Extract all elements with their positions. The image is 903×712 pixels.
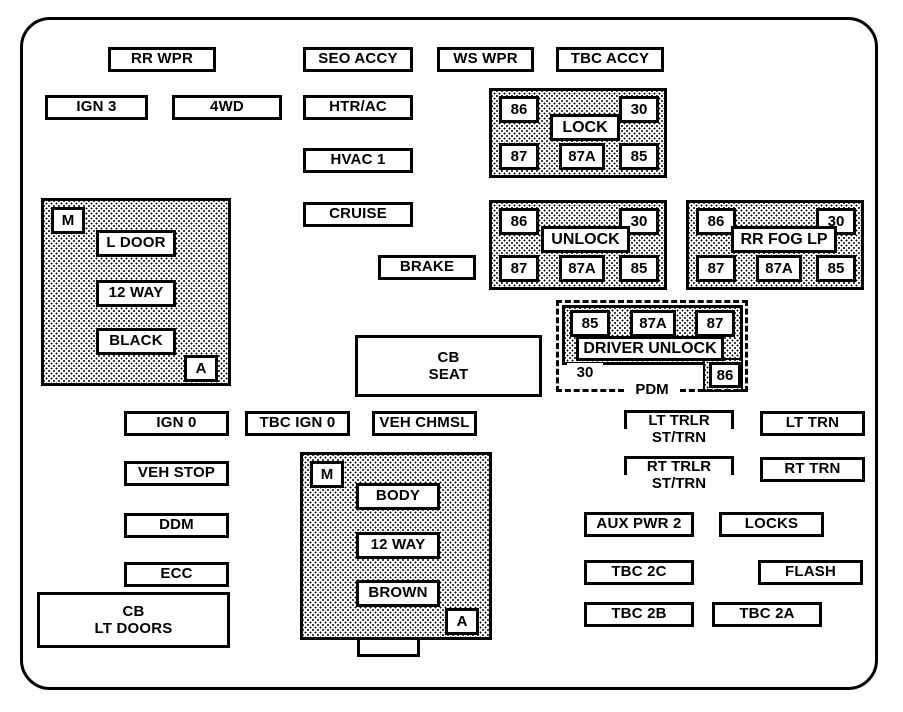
relay-driver-unlock-terminal-85: 85: [570, 310, 610, 337]
fuse-block-diagram: RR WPR SEO ACCY WS WPR TBC ACCY IGN 3 4W…: [0, 0, 903, 712]
relay-driver-unlock-terminal-86: 86: [709, 362, 741, 388]
fuse-locks[interactable]: LOCKS: [719, 512, 824, 537]
relay-lock-terminal-85: 85: [619, 143, 659, 170]
fuse-tbc-ign-0[interactable]: TBC IGN 0: [245, 411, 350, 436]
cb-seat-line-2: SEAT: [428, 366, 469, 383]
fuse-rr-wpr[interactable]: RR WPR: [108, 47, 216, 72]
relay-driver-unlock-terminal-30: 30: [567, 363, 603, 383]
fuse-4wd[interactable]: 4WD: [172, 95, 282, 120]
fuse-ecc[interactable]: ECC: [124, 562, 229, 587]
fuse-htr-ac[interactable]: HTR/AC: [303, 95, 413, 120]
body-block-connector-tab: [357, 640, 420, 657]
relay-unlock-terminal-87a: 87A: [559, 255, 605, 282]
relay-lock-terminal-87: 87: [499, 143, 539, 170]
fuse-tbc-2a[interactable]: TBC 2A: [712, 602, 822, 627]
relay-unlock-terminal-85: 85: [619, 255, 659, 282]
relay-rr-fog-lp-terminal-86: 86: [696, 208, 736, 235]
left-block-label-black[interactable]: BLACK: [96, 328, 176, 355]
circuit-breaker-cb-lt-doors[interactable]: CB LT DOORS: [37, 592, 230, 648]
lt-trlr-line-1: LT TRLR: [648, 412, 710, 429]
body-block-label-brown[interactable]: BROWN: [356, 580, 440, 607]
relay-unlock-name: UNLOCK: [541, 226, 630, 253]
body-block-label-12-way[interactable]: 12 WAY: [356, 532, 440, 559]
relay-rr-fog-lp-terminal-85: 85: [816, 255, 856, 282]
relay-rr-fog-lp-terminal-87: 87: [696, 255, 736, 282]
fuse-brake[interactable]: BRAKE: [378, 255, 476, 280]
fuse-cruise[interactable]: CRUISE: [303, 202, 413, 227]
left-block-label-12-way[interactable]: 12 WAY: [96, 280, 176, 307]
fuse-ign-0[interactable]: IGN 0: [124, 411, 229, 436]
left-block-terminal-a: A: [184, 355, 218, 382]
lt-trlr-line-2: ST/TRN: [624, 429, 734, 446]
cb-lt-doors-line-1: CB: [122, 602, 145, 620]
fuse-ign-3[interactable]: IGN 3: [45, 95, 148, 120]
left-block-terminal-m: M: [51, 207, 85, 234]
circuit-breaker-cb-seat[interactable]: CB SEAT: [355, 335, 542, 397]
pdm-enclosure-label: PDM: [626, 380, 678, 400]
relay-unlock-terminal-87: 87: [499, 255, 539, 282]
relay-driver-unlock-name: DRIVER UNLOCK: [576, 336, 724, 361]
relay-rr-fog-lp-terminal-87a: 87A: [756, 255, 802, 282]
body-block-terminal-m: M: [310, 461, 344, 488]
rt-trlr-line-2: ST/TRN: [624, 475, 734, 492]
fuse-hvac-1[interactable]: HVAC 1: [303, 148, 413, 173]
fuse-lt-trn[interactable]: LT TRN: [760, 411, 865, 436]
relay-lock-terminal-87a: 87A: [559, 143, 605, 170]
fuse-flash[interactable]: FLASH: [758, 560, 863, 585]
fuse-lt-trlr-st-trn[interactable]: LT TRLR ST/TRN: [624, 410, 734, 448]
body-block-terminal-a: A: [445, 608, 479, 635]
relay-unlock-terminal-86: 86: [499, 208, 539, 235]
fuse-rt-trlr-st-trn[interactable]: RT TRLR ST/TRN: [624, 456, 734, 494]
left-block-label-l-door[interactable]: L DOOR: [96, 230, 176, 257]
fuse-tbc-2c[interactable]: TBC 2C: [584, 560, 694, 585]
fuse-seo-accy[interactable]: SEO ACCY: [303, 47, 413, 72]
fuse-rt-trn[interactable]: RT TRN: [760, 457, 865, 482]
relay-driver-unlock-terminal-87a: 87A: [630, 310, 676, 337]
fuse-tbc-accy[interactable]: TBC ACCY: [556, 47, 664, 72]
relay-driver-unlock-terminal-87: 87: [695, 310, 735, 337]
relay-rr-fog-lp-name: RR FOG LP: [731, 226, 837, 253]
rt-trlr-line-1: RT TRLR: [646, 458, 712, 475]
fuse-tbc-2b[interactable]: TBC 2B: [584, 602, 694, 627]
fuse-veh-stop[interactable]: VEH STOP: [124, 461, 229, 486]
fuse-aux-pwr-2[interactable]: AUX PWR 2: [584, 512, 694, 537]
relay-lock-terminal-86: 86: [499, 96, 539, 123]
fuse-veh-chmsl[interactable]: VEH CHMSL: [372, 411, 477, 436]
cb-seat-line-1: CB: [437, 348, 460, 366]
fuse-ddm[interactable]: DDM: [124, 513, 229, 538]
cb-lt-doors-line-2: LT DOORS: [94, 620, 173, 637]
relay-lock-terminal-30: 30: [619, 96, 659, 123]
body-block-label-body[interactable]: BODY: [356, 483, 440, 510]
relay-lock-name: LOCK: [550, 114, 620, 141]
fuse-ws-wpr[interactable]: WS WPR: [437, 47, 534, 72]
